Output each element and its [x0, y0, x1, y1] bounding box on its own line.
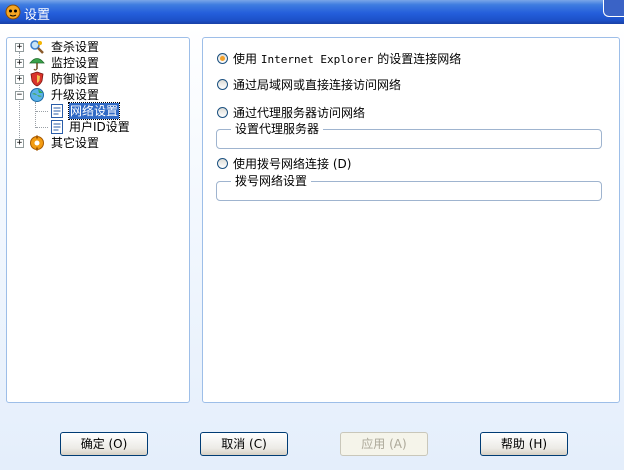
tree-item-defense-settings[interactable]: + 防御设置 — [7, 71, 187, 87]
radio-label: 使用 Internet Explorer 的设置连接网络 — [233, 52, 462, 66]
ok-button[interactable]: 确定 (O) — [60, 432, 148, 456]
expand-toggle[interactable]: + — [15, 43, 24, 52]
radio-label: 通过代理服务器访问网络 — [233, 106, 366, 120]
dialog-body: + 查杀设置 + 监控设置 + 防御设置 − 升级设置 网络设置 用户ID设置 … — [0, 24, 624, 470]
radio-label: 使用拨号网络连接 (D) — [233, 157, 352, 171]
expand-toggle[interactable]: + — [15, 59, 24, 68]
radio-button[interactable] — [217, 53, 228, 64]
page-icon — [51, 120, 63, 134]
radio-button[interactable] — [217, 79, 228, 90]
network-settings-panel: 使用 Internet Explorer 的设置连接网络 通过局域网或直接连接访… — [202, 37, 620, 403]
help-button[interactable]: 帮助 (H) — [480, 432, 568, 456]
tree-item-label: 网络设置 — [67, 102, 121, 120]
tree-item-update-settings[interactable]: − 升级设置 — [7, 87, 187, 103]
tree-item-label: 防御设置 — [51, 72, 100, 86]
expand-toggle[interactable]: + — [15, 75, 24, 84]
group-caption: 拨号网络设置 — [231, 174, 312, 188]
radio-button[interactable] — [217, 107, 228, 118]
window-title: 设置 — [24, 8, 51, 23]
page-icon — [51, 104, 63, 118]
tree-item-scan-settings[interactable]: + 查杀设置 — [7, 39, 187, 55]
tree-item-label: 监控设置 — [51, 56, 100, 70]
close-button[interactable] — [603, 0, 624, 17]
proxy-settings-group: 设置代理服务器 — [216, 122, 602, 149]
tree-item-label: 用户ID设置 — [69, 120, 130, 134]
tree-item-label: 升级设置 — [51, 88, 100, 102]
radio-button[interactable] — [217, 158, 228, 169]
app-logo-icon — [5, 4, 21, 20]
dialup-settings-group: 拨号网络设置 — [216, 174, 602, 201]
update-globe-icon — [30, 88, 44, 102]
umbrella-icon — [29, 58, 45, 71]
collapse-toggle[interactable]: − — [15, 91, 24, 100]
tree-item-user-id-settings[interactable]: 用户ID设置 — [7, 119, 187, 135]
tree-item-label: 查杀设置 — [51, 40, 100, 54]
expand-toggle[interactable]: + — [15, 139, 24, 148]
scan-icon — [30, 40, 44, 54]
settings-tree: + 查杀设置 + 监控设置 + 防御设置 − 升级设置 网络设置 用户ID设置 … — [6, 37, 190, 403]
tree-item-other-settings[interactable]: + 其它设置 — [7, 135, 187, 151]
title-bar[interactable]: 设置 — [0, 0, 624, 24]
shield-icon — [30, 71, 44, 87]
tree-item-label: 其它设置 — [51, 136, 100, 150]
group-caption: 设置代理服务器 — [231, 122, 324, 136]
radio-label: 通过局域网或直接连接访问网络 — [233, 78, 402, 92]
cancel-button[interactable]: 取消 (C) — [200, 432, 288, 456]
tree-item-network-settings[interactable]: 网络设置 — [7, 102, 187, 120]
other-settings-icon — [30, 135, 44, 151]
tree-item-monitor-settings[interactable]: + 监控设置 — [7, 55, 187, 71]
apply-button[interactable]: 应用 (A) — [340, 432, 428, 456]
